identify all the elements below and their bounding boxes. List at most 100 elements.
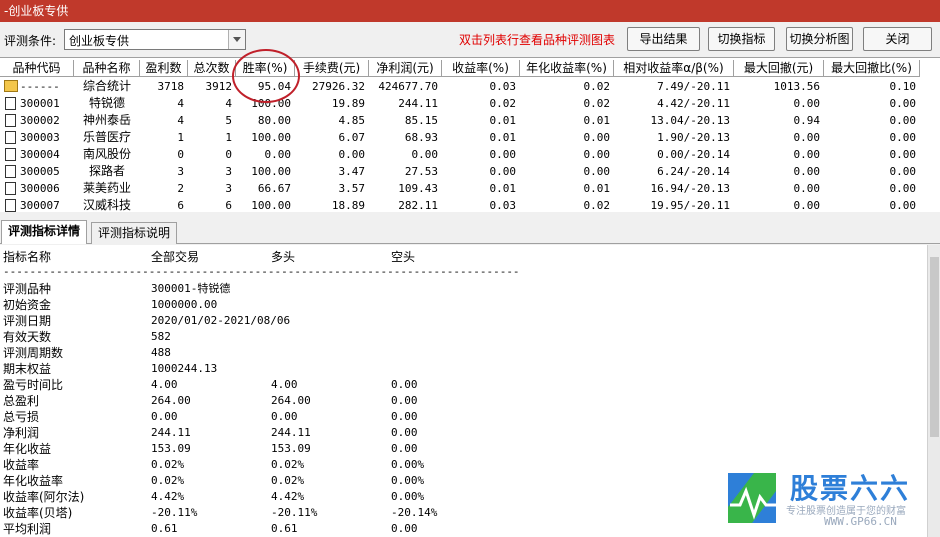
cell-name: 神州泰岳 <box>82 113 131 127</box>
results-table[interactable]: 品种代码 品种名称 盈利数 总次数 胜率(%) 手续费(元) 净利润(元) 收益… <box>0 57 940 212</box>
winrate-highlight-circle <box>232 49 300 103</box>
detail-v1: 2020/01/02-2021/08/06 <box>151 314 291 327</box>
cell-maxdd: 0.00 <box>793 97 821 110</box>
detail-v2: 0.02% <box>271 474 305 487</box>
table-row[interactable]: 300006 莱美药业 2 3 66.67 3.57 109.43 0.01 0.01 16.94… <box>0 180 940 197</box>
cell-code: 300001 <box>20 97 60 110</box>
document-icon <box>5 97 16 110</box>
table-row[interactable]: 300005 探路者 3 3 100.00 3.47 27.53 0.00 0.00 6.24/-… <box>0 163 940 180</box>
cell-wins: 6 <box>177 199 184 212</box>
cell-maxddr: 0.00 <box>889 114 917 127</box>
cell-total: 0 <box>225 148 232 161</box>
detail-row: 净利润 244.11 244.11 0.00 <box>3 425 923 441</box>
detail-label: 总盈利 <box>3 394 40 408</box>
detail-header-long: 多头 <box>271 250 296 264</box>
cell-fee: 6.07 <box>338 131 366 144</box>
detail-v3: 0.00% <box>391 458 425 471</box>
detail-label: 净利润 <box>3 426 40 440</box>
detail-label: 有效天数 <box>3 330 52 344</box>
col-header-fee[interactable]: 手续费(元) <box>295 60 369 77</box>
table-row[interactable]: 300003 乐普医疗 1 1 100.00 6.07 68.93 0.01 0.00 1.90/… <box>0 129 940 146</box>
detail-label: 收益率(阿尔法) <box>3 490 85 504</box>
separator-line: ----------------------------------------… <box>3 265 520 278</box>
col-header-name[interactable]: 品种名称 <box>74 60 140 77</box>
cell-maxddr: 0.00 <box>889 199 917 212</box>
col-header-maxddr[interactable]: 最大回撤比(%) <box>824 60 920 77</box>
detail-row: 评测周期数 488 <box>3 345 923 361</box>
tab-indicator-details[interactable]: 评测指标详情 <box>1 220 88 244</box>
cell-code: 300003 <box>20 131 60 144</box>
tab-indicator-notes[interactable]: 评测指标说明 <box>91 222 178 244</box>
detail-separator: ----------------------------------------… <box>3 264 923 280</box>
col-header-maxdd[interactable]: 最大回撤(元) <box>734 60 824 77</box>
cell-winrate: 80.00 <box>257 114 291 127</box>
detail-v2: 0.61 <box>271 522 298 535</box>
detail-v3: 0.00 <box>391 394 418 407</box>
cell-maxdd: 0.00 <box>793 165 821 178</box>
cell-wins: 3 <box>177 165 184 178</box>
detail-label: 评测品种 <box>3 282 52 296</box>
switch-chart-button[interactable]: 切换分析图 <box>786 27 853 51</box>
cell-fee: 3.57 <box>338 182 366 195</box>
col-header-net[interactable]: 净利润(元) <box>369 60 442 77</box>
close-button[interactable]: 关闭 <box>863 27 932 51</box>
condition-select[interactable]: 创业板专供 <box>64 29 246 50</box>
cell-code: 300006 <box>20 182 60 195</box>
detail-header-all: 全部交易 <box>151 250 200 264</box>
cell-name: 特锐德 <box>88 96 125 110</box>
detail-v2: 153.09 <box>271 442 311 455</box>
detail-label: 收益率 <box>3 458 40 472</box>
cell-maxdd: 1013.56 <box>773 80 820 93</box>
table-row[interactable]: 300004 南风股份 0 0 0.00 0.00 0.00 0.00 0.00 0.00/-20… <box>0 146 940 163</box>
cell-winrate: 100.00 <box>251 199 291 212</box>
col-header-total[interactable]: 总次数 <box>188 60 236 77</box>
folder-icon <box>4 80 18 92</box>
detail-v1: 244.11 <box>151 426 191 439</box>
detail-v2: -20.11% <box>271 506 318 519</box>
detail-row: 评测品种 300001-特锐德 <box>3 281 923 297</box>
cell-net: 282.11 <box>398 199 438 212</box>
table-row[interactable]: 300001 特锐德 4 4 100.00 19.89 244.11 0.02 0.02 4.42… <box>0 95 940 112</box>
detail-v1: 0.02% <box>151 474 185 487</box>
cell-ret: 0.03 <box>489 80 517 93</box>
detail-row: 期末权益 1000244.13 <box>3 361 923 377</box>
switch-indicator-button[interactable]: 切换指标 <box>708 27 775 51</box>
cell-total: 5 <box>225 114 232 127</box>
cell-name: 探路者 <box>88 164 125 178</box>
cell-total: 1 <box>225 131 232 144</box>
cell-total: 3 <box>225 165 232 178</box>
detail-v3: 0.00 <box>391 426 418 439</box>
col-header-wins[interactable]: 盈利数 <box>140 60 188 77</box>
table-row[interactable]: 300007 汉威科技 6 6 100.00 18.89 282.11 0.03 0.02 19.… <box>0 197 940 212</box>
table-row[interactable]: 300002 神州泰岳 4 5 80.00 4.85 85.15 0.01 0.01 13.04/… <box>0 112 940 129</box>
detail-header-name: 指标名称 <box>3 250 52 264</box>
detail-label: 年化收益 <box>3 442 52 456</box>
cell-ret: 0.03 <box>489 199 517 212</box>
col-header-code[interactable]: 品种代码 <box>0 60 74 77</box>
cell-maxddr: 0.10 <box>889 80 917 93</box>
col-header-return[interactable]: 收益率(%) <box>442 60 520 77</box>
col-header-relative[interactable]: 相对收益率α/β(%) <box>614 60 734 77</box>
cell-total: 3 <box>225 182 232 195</box>
condition-label: 评测条件: <box>4 34 57 48</box>
document-icon <box>5 165 16 178</box>
scrollbar-thumb[interactable] <box>930 257 939 437</box>
cell-code: ------ <box>20 80 60 93</box>
cell-maxddr: 0.00 <box>889 131 917 144</box>
detail-v1: -20.11% <box>151 506 198 519</box>
cell-maxddr: 0.00 <box>889 182 917 195</box>
detail-label: 总亏损 <box>3 410 40 424</box>
export-button[interactable]: 导出结果 <box>627 27 700 51</box>
cell-name: 汉威科技 <box>82 198 131 212</box>
chevron-down-icon[interactable] <box>228 30 245 49</box>
detail-v1: 0.02% <box>151 458 185 471</box>
detail-v1: 1000244.13 <box>151 362 218 375</box>
watermark-name: 股票六六 <box>790 472 911 505</box>
cell-wins: 0 <box>177 148 184 161</box>
col-header-annual[interactable]: 年化收益率(%) <box>520 60 614 77</box>
detail-v1: 264.00 <box>151 394 191 407</box>
table-row[interactable]: ------ 综合统计 3718 3912 95.04 27926.32 424677.70… <box>0 78 940 95</box>
detail-header-row: 指标名称 全部交易 多头 空头 <box>3 249 923 265</box>
detail-label: 收益率(贝塔) <box>3 506 73 520</box>
cell-name: 综合统计 <box>82 79 131 93</box>
